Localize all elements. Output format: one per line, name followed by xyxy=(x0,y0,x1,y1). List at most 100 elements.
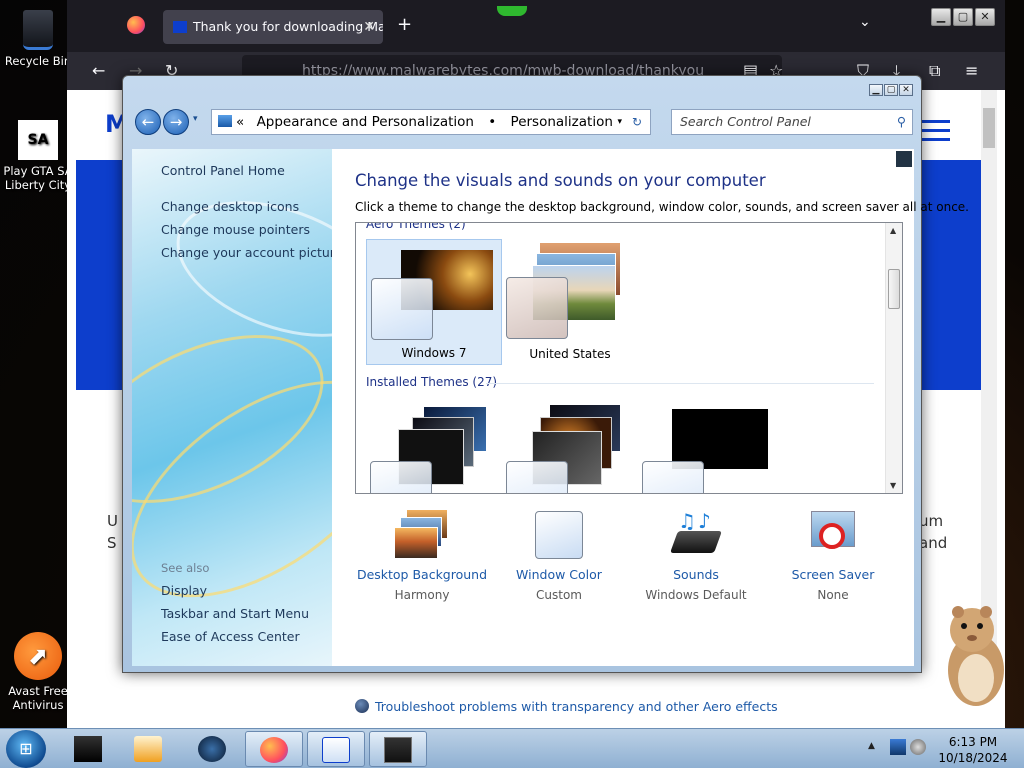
minimize-button[interactable]: ▁ xyxy=(869,84,883,96)
site-text-fragment-left: U S xyxy=(107,512,118,552)
display-link[interactable]: Display xyxy=(161,583,207,598)
tab-close-icon[interactable]: ✕ xyxy=(363,10,375,44)
notch-decoration xyxy=(497,6,527,16)
scroll-down-button[interactable]: ▼ xyxy=(890,481,896,490)
volume-icon[interactable] xyxy=(910,739,926,755)
setting-label: Sounds xyxy=(673,567,719,582)
ease-of-access-link[interactable]: Ease of Access Center xyxy=(161,629,300,644)
theme-glass-preview xyxy=(506,277,568,339)
desktop-icon-label: Recycle Bin xyxy=(4,54,72,68)
desktop-background-setting[interactable]: Desktop Background Harmony xyxy=(354,509,490,602)
theme-windows-7[interactable]: Windows 7 xyxy=(366,239,502,365)
extensions-icon[interactable]: ⧉ xyxy=(929,61,940,81)
firefox-icon xyxy=(260,737,288,763)
page-title: Change the visuals and sounds on your co… xyxy=(355,171,766,190)
taskbar-start-menu-link[interactable]: Taskbar and Start Menu xyxy=(161,606,309,621)
recycle-bin-icon xyxy=(23,10,53,50)
theme-list[interactable]: Aero Themes (2) Windows 7 United States … xyxy=(355,222,903,494)
malwarebytes-icon xyxy=(322,737,350,763)
setting-label: Screen Saver xyxy=(791,567,875,582)
taskbar-malwarebytes[interactable] xyxy=(307,731,365,767)
window-controls: ▁ ▢ ✕ xyxy=(869,84,913,96)
taskbar-firefox[interactable] xyxy=(245,731,303,767)
change-account-picture-link[interactable]: Change your account picture xyxy=(161,245,332,260)
desktop-background-icon xyxy=(394,509,450,561)
control-panel-home-link[interactable]: Control Panel Home xyxy=(161,163,285,178)
maximize-button[interactable]: ▢ xyxy=(884,84,898,96)
installed-theme-1[interactable] xyxy=(366,399,502,493)
show-hidden-icons-button[interactable]: ▲ xyxy=(868,741,875,751)
new-tab-button[interactable]: + xyxy=(397,14,412,35)
globe-app-icon xyxy=(198,736,226,762)
malwarebytes-favicon-icon xyxy=(173,21,187,33)
tab-malwarebytes[interactable]: Thank you for downloading Ma ✕ xyxy=(163,10,383,44)
setting-value: None xyxy=(817,588,849,602)
screen-saver-setting[interactable]: Screen Saver None xyxy=(765,509,901,602)
avast-icon: ⬈ xyxy=(14,632,62,680)
control-panel-icon xyxy=(218,115,232,127)
close-button[interactable]: ✕ xyxy=(975,8,995,26)
aero-themes-header: Aero Themes (2) xyxy=(366,222,466,231)
clock-date: 10/18/2024 xyxy=(938,751,1008,765)
window-color-setting[interactable]: Window Color Custom xyxy=(491,509,627,602)
media-player-icon xyxy=(134,736,162,762)
installed-theme-2[interactable] xyxy=(502,399,638,493)
screen-saver-icon xyxy=(805,509,861,561)
breadcrumb-overflow[interactable]: « xyxy=(236,114,244,130)
sounds-setting[interactable]: ♫ ♪ Sounds Windows Default xyxy=(628,509,764,602)
close-button[interactable]: ✕ xyxy=(899,84,913,96)
clock[interactable]: 6:13 PM 10/18/2024 xyxy=(930,734,1016,766)
taskbar-app-3[interactable] xyxy=(184,731,242,767)
troubleshoot-link[interactable]: Troubleshoot problems with transparency … xyxy=(355,699,778,714)
scroll-thumb[interactable] xyxy=(888,269,900,309)
desktop-icon-label: Play GTA SA Liberty City xyxy=(3,164,73,192)
window-color-icon xyxy=(531,509,587,561)
breadcrumb-separator[interactable]: • xyxy=(488,114,496,130)
installed-theme-3[interactable] xyxy=(638,399,774,493)
search-icon[interactable]: ⚲ xyxy=(897,110,906,134)
breadcrumb[interactable]: « Appearance and Personalization • Perso… xyxy=(211,109,651,135)
setting-label: Window Color xyxy=(516,567,602,582)
theme-united-states[interactable]: United States xyxy=(502,239,638,365)
hamster-image xyxy=(948,606,1004,706)
scroll-up-button[interactable]: ▲ xyxy=(890,226,896,235)
theme-name: Windows 7 xyxy=(401,346,467,360)
taskbar-control-panel[interactable] xyxy=(369,731,427,767)
menu-icon[interactable]: ≡ xyxy=(965,61,978,80)
installed-themes-header: Installed Themes (27) xyxy=(366,375,498,389)
breadcrumb-appearance[interactable]: Appearance and Personalization xyxy=(257,114,474,130)
recent-pages-dropdown[interactable]: ▾ xyxy=(193,114,198,124)
address-dropdown-icon[interactable]: ▾ xyxy=(617,110,622,134)
page-scrollbar[interactable] xyxy=(981,90,997,650)
desktop-icon-avast[interactable]: ⬈ Avast Free Antivirus xyxy=(0,632,76,712)
change-desktop-icons-link[interactable]: Change desktop icons xyxy=(161,199,299,214)
forward-button[interactable]: → xyxy=(163,109,189,135)
taskbar-app-1[interactable] xyxy=(60,731,118,767)
theme-glass-preview xyxy=(370,461,432,493)
back-button[interactable]: ← xyxy=(92,61,105,80)
see-also-heading: See also xyxy=(161,561,210,575)
change-mouse-pointers-link[interactable]: Change mouse pointers xyxy=(161,222,310,237)
network-icon[interactable] xyxy=(890,739,906,755)
setting-label: Desktop Background xyxy=(356,567,488,582)
troubleshoot-icon xyxy=(355,699,369,713)
list-all-tabs-button[interactable]: ⌄ xyxy=(859,14,871,30)
firefox-logo-icon[interactable] xyxy=(127,16,145,34)
site-text-fragment-right: um and xyxy=(919,512,948,552)
maximize-button[interactable]: ▢ xyxy=(953,8,973,26)
desktop-icon-recycle-bin[interactable]: Recycle Bin xyxy=(0,10,76,68)
breadcrumb-personalization[interactable]: Personalization xyxy=(511,114,613,130)
theme-list-scrollbar[interactable]: ▲ ▼ xyxy=(885,223,902,493)
help-icon[interactable] xyxy=(896,151,912,167)
desktop-icon-gta[interactable]: SA Play GTA SA Liberty City xyxy=(0,120,76,192)
back-button[interactable]: ← xyxy=(135,109,161,135)
site-menu-icon[interactable] xyxy=(922,120,950,147)
start-button[interactable]: ⊞ xyxy=(6,730,46,768)
gta-sa-icon: SA xyxy=(18,120,58,160)
taskbar-media-player[interactable] xyxy=(120,731,178,767)
refresh-icon[interactable]: ↻ xyxy=(632,110,642,134)
minimize-button[interactable]: ▁ xyxy=(931,8,951,26)
troubleshoot-link-text: Troubleshoot problems with transparency … xyxy=(375,699,778,714)
search-input[interactable]: Search Control Panel ⚲ xyxy=(671,109,913,135)
setting-value: Harmony xyxy=(394,588,450,602)
